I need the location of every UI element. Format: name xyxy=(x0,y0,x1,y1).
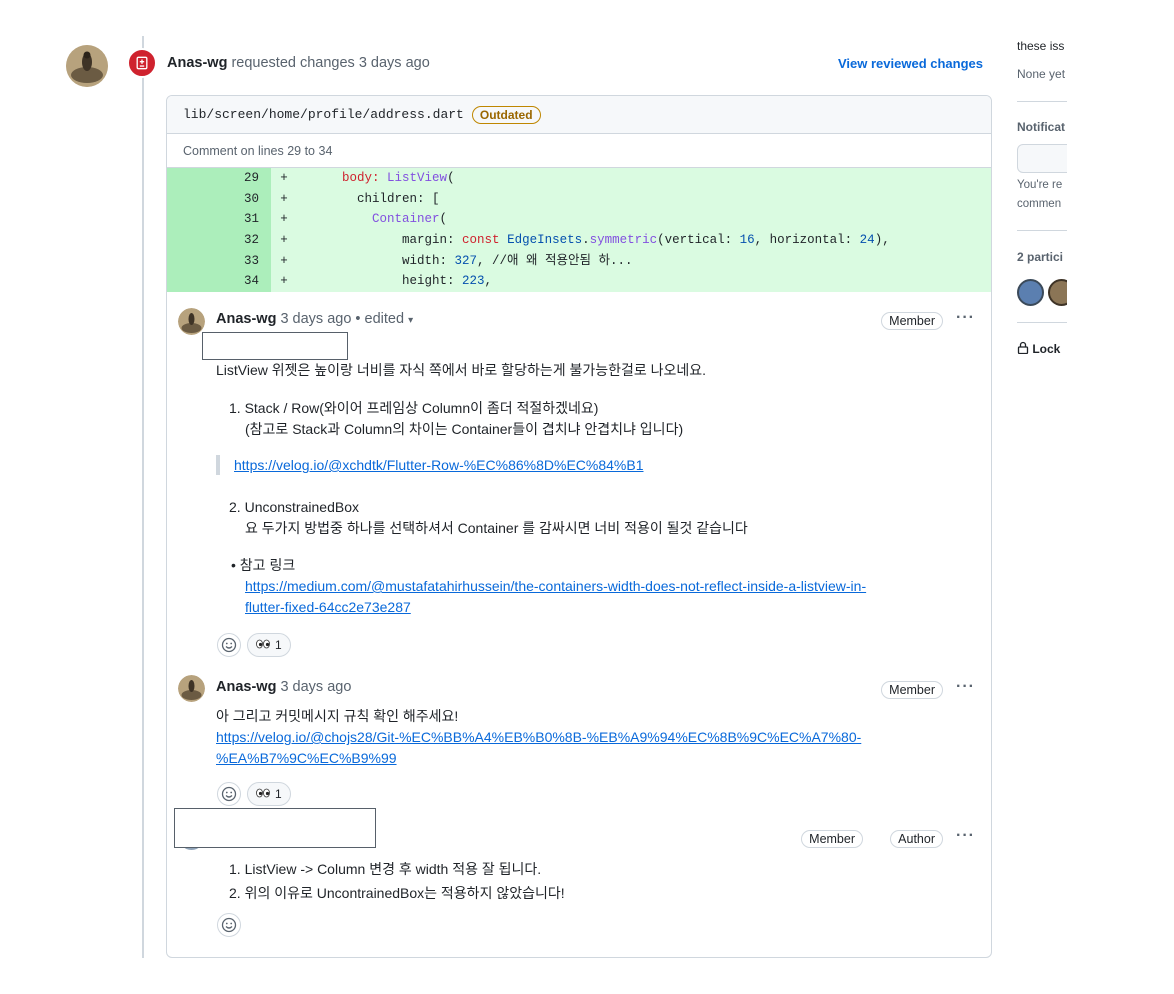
smiley-icon xyxy=(221,637,237,653)
right-sidebar: these iss None yet Notificat You're re c… xyxy=(1017,30,1067,370)
ordered-list: 1. ListView -> Column 변경 후 width 적용 잘 됩니… xyxy=(229,861,565,901)
comment-body: 아 그리고 커밋메시지 규칙 확인 해주세요! https://velog.io… xyxy=(216,708,862,766)
comment-header: Anas-wg 3 days ago xyxy=(216,679,351,695)
blockquote: https://velog.io/@xchdtk/Flutter-Row-%EC… xyxy=(234,455,644,476)
chevron-down-icon[interactable]: ▾ xyxy=(408,315,413,326)
comment-paragraph: ListView 위젯은 높이랑 너비를 자식 쪽에서 바로 할당하는게 불가능… xyxy=(216,362,707,378)
comment: Anas-wg 3 days ago Member ··· 아 그리고 커밋메시… xyxy=(167,665,991,815)
velog-row-link[interactable]: https://velog.io/@xchdtk/Flutter-Row-%EC… xyxy=(234,457,644,473)
member-label: Member xyxy=(801,830,863,848)
diff-line: 34 + height: 223, xyxy=(167,271,991,293)
blockquote-bar xyxy=(216,455,220,475)
sidebar-issues-text: these iss xyxy=(1017,39,1065,53)
reaction-bar xyxy=(217,913,241,937)
view-reviewed-changes-link[interactable]: View reviewed changes xyxy=(838,56,983,71)
sidebar-notifications-title: Notificat xyxy=(1017,120,1065,134)
divider xyxy=(1017,322,1067,323)
medium-link[interactable]: https://medium.com/@mustafatahirhussein/… xyxy=(245,578,866,594)
line-number[interactable]: 34 xyxy=(167,271,271,293)
line-number[interactable]: 31 xyxy=(167,209,271,231)
sidebar-notify-text: You're re xyxy=(1017,179,1063,191)
reaction-count: 1 xyxy=(275,638,282,652)
divider xyxy=(1017,101,1067,102)
reaction-bar: 1 xyxy=(217,782,291,806)
code-text: body: ListView( xyxy=(342,171,455,185)
code-text: children: [ xyxy=(297,191,440,206)
sidebar-none-yet: None yet xyxy=(1017,67,1066,81)
sidebar-notify-text-2: commen xyxy=(1017,198,1062,210)
edited-indicator[interactable]: • edited xyxy=(351,311,404,327)
file-header: lib/screen/home/profile/address.dart Out… xyxy=(167,96,991,134)
comment-timestamp[interactable]: 3 days ago xyxy=(280,679,351,695)
smiley-icon xyxy=(221,786,237,802)
file-path[interactable]: lib/screen/home/profile/address.dart xyxy=(183,107,464,122)
line-number[interactable]: 29 xyxy=(167,168,271,189)
comment-author[interactable]: Anas-wg xyxy=(216,311,276,327)
diff-line: 33 + width: 327, //애 왜 적용안됨 하... xyxy=(167,250,991,272)
eyes-reaction[interactable]: 1 xyxy=(247,782,291,806)
list-item: 2. UnconstrainedBox 요 두가지 방법중 하나를 선택하셔서 … xyxy=(229,499,748,536)
member-label: Member xyxy=(881,312,943,330)
diff-line: 30 + children: [ xyxy=(167,188,991,210)
add-reaction-button[interactable] xyxy=(217,633,241,657)
reviewer-avatar[interactable] xyxy=(66,45,108,87)
timeline-line xyxy=(142,36,144,958)
kebab-menu-icon[interactable]: ··· xyxy=(956,309,975,327)
lock-icon xyxy=(1017,341,1029,355)
code-text: width: 327, //애 왜 적용안됨 하... xyxy=(297,253,633,268)
sidebar-participants-title: 2 partici xyxy=(1017,250,1064,264)
code-text: height: 223, xyxy=(297,274,493,289)
eyes-reaction[interactable]: 1 xyxy=(247,633,291,657)
kebab-menu-icon[interactable]: ··· xyxy=(956,678,975,696)
lock-conversation[interactable]: Lock xyxy=(1017,341,1060,356)
subscribe-button[interactable] xyxy=(1017,144,1067,173)
line-number[interactable]: 32 xyxy=(167,230,271,251)
divider xyxy=(1017,230,1067,231)
participant-avatar[interactable] xyxy=(1048,279,1067,306)
add-reaction-button[interactable] xyxy=(217,913,241,937)
diff-marker: + xyxy=(280,253,288,268)
diff-line: 31 + Container( xyxy=(167,209,991,231)
avatar[interactable] xyxy=(178,308,205,335)
review-action: requested changes 3 days ago xyxy=(227,55,430,71)
smiley-icon xyxy=(221,917,237,933)
line-number[interactable]: 33 xyxy=(167,250,271,272)
redacted-box xyxy=(174,808,376,848)
review-header: Anas-wg requested changes 3 days ago Vie… xyxy=(167,55,987,75)
code-text: Container( xyxy=(372,212,448,227)
diff-line: 29 + body: ListView( xyxy=(167,168,991,189)
diff-marker: + xyxy=(280,274,288,289)
avatar[interactable] xyxy=(178,675,205,702)
outdated-badge: Outdated xyxy=(471,105,541,124)
eyes-icon xyxy=(256,787,270,801)
reaction-bar: 1 xyxy=(217,633,291,657)
velog-commit-link[interactable]: https://velog.io/@chojs28/Git-%EC%BB%A4%… xyxy=(216,729,861,745)
list-item: 1. Stack / Row(와이어 프레임상 Column이 좀더 적절하겠네… xyxy=(229,400,684,437)
kebab-menu-icon[interactable]: ··· xyxy=(956,827,975,845)
bullet-item: • 참고 링크 https://medium.com/@mustafatahir… xyxy=(231,557,867,615)
comment-author[interactable]: Anas-wg xyxy=(216,679,276,695)
code-text: margin: const EdgeInsets.symmetric(verti… xyxy=(297,233,890,248)
author-label: Author xyxy=(890,830,943,848)
participant-avatar[interactable] xyxy=(1017,279,1044,306)
diff-code: 29 + body: ListView( 30 + children: [ 31 + … xyxy=(167,168,991,293)
comment-header: Anas-wg 3 days ago • edited ▾ xyxy=(216,311,413,327)
add-reaction-button[interactable] xyxy=(217,782,241,806)
comment-range: Comment on lines 29 to 34 xyxy=(167,134,991,168)
velog-commit-link-cont[interactable]: %EA%B7%9C%EC%B9%99 xyxy=(216,750,397,766)
comment-timestamp[interactable]: 3 days ago xyxy=(280,311,351,327)
redacted-box xyxy=(202,332,348,360)
diff-marker: + xyxy=(280,212,288,227)
line-number[interactable]: 30 xyxy=(167,188,271,210)
changes-requested-icon xyxy=(127,48,157,78)
medium-link-cont[interactable]: flutter-fixed-64cc2e73e287 xyxy=(245,599,411,615)
review-author[interactable]: Anas-wg xyxy=(167,55,227,71)
eyes-icon xyxy=(256,638,270,652)
diff-marker: + xyxy=(280,233,288,248)
diff-marker: + xyxy=(280,171,288,185)
diff-marker: + xyxy=(280,191,288,206)
diff-line: 32 + margin: const EdgeInsets.symmetric(v… xyxy=(167,230,991,251)
member-label: Member xyxy=(881,681,943,699)
reaction-count: 1 xyxy=(275,787,282,801)
